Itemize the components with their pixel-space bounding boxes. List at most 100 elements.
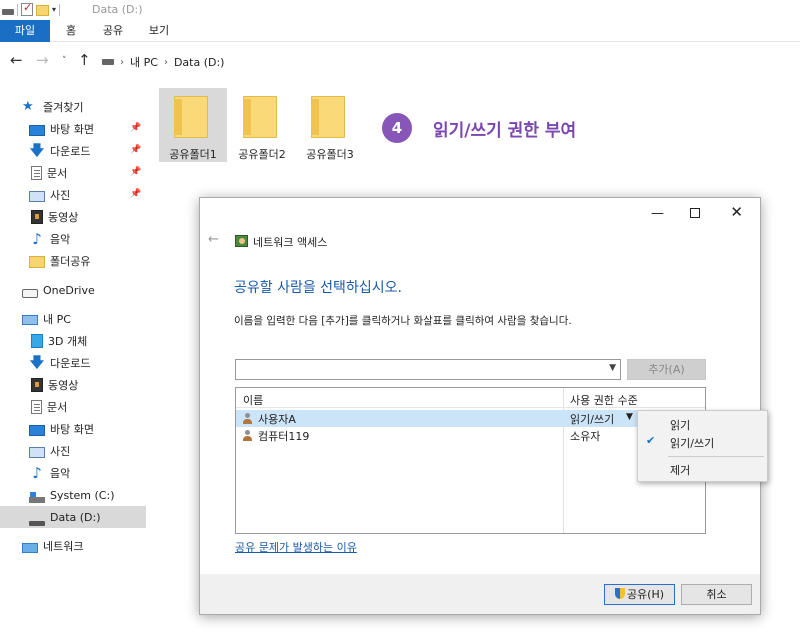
sidebar-item-label: 3D 개체 xyxy=(48,335,88,348)
table-row[interactable]: 컴퓨터119 소유자 xyxy=(236,427,705,444)
menu-item-label: 읽기/쓰기 xyxy=(670,437,715,450)
drive-icon xyxy=(29,520,45,526)
sidebar-item-label: 내 PC xyxy=(43,313,71,326)
recent-locations-icon[interactable]: ˅ xyxy=(62,56,67,66)
share-button[interactable]: 공유(H) xyxy=(604,584,675,605)
sidebar-item-favorites[interactable]: ★ 즐겨찾기 xyxy=(0,96,146,118)
sidebar-item-pc-pictures[interactable]: 사진 xyxy=(0,440,146,462)
breadcrumb-drive[interactable]: Data (D:) xyxy=(174,56,225,69)
download-icon: 🡇 xyxy=(29,143,45,159)
desktop-icon xyxy=(29,124,45,136)
step-caption: 읽기/쓰기 권한 부여 xyxy=(433,121,577,141)
tab-home[interactable]: 홈 xyxy=(56,20,86,42)
dialog-footer xyxy=(200,574,760,614)
navigation-bar: ← → ˅ ↑ › 내 PC › Data (D:) xyxy=(0,48,800,76)
sidebar-item-network[interactable]: 네트워크 xyxy=(0,535,146,557)
sidebar-item-label: 바탕 화면 xyxy=(50,423,94,436)
toolbar-divider xyxy=(59,3,61,16)
pin-icon[interactable]: 📌 xyxy=(130,123,141,133)
cancel-button[interactable]: 취소 xyxy=(681,584,752,605)
tab-share[interactable]: 공유 xyxy=(96,20,130,42)
caret-down-icon[interactable]: ▼ xyxy=(626,412,633,422)
chevron-right-icon[interactable]: › xyxy=(120,57,124,68)
sidebar-item-label: 네트워크 xyxy=(43,540,84,553)
new-folder-icon[interactable] xyxy=(36,4,49,16)
user-name-combobox[interactable]: ▼ xyxy=(235,359,621,380)
user-name: 사용자A xyxy=(258,413,296,426)
table-row[interactable]: 사용자A 읽기/쓰기 ▼ xyxy=(236,410,705,427)
maximize-icon[interactable] xyxy=(690,208,700,218)
cube-icon xyxy=(31,334,43,348)
dialog-heading: 공유할 사람을 선택하십시오. xyxy=(234,280,402,296)
tab-file[interactable]: 파일 xyxy=(0,20,50,42)
customize-toolbar-icon[interactable]: ▾ xyxy=(52,5,56,14)
address-bar[interactable]: › 내 PC › Data (D:) xyxy=(98,51,800,73)
menu-item-label: 읽기 xyxy=(670,419,691,432)
folder-icon xyxy=(29,256,45,268)
sidebar-item-label: 음악 xyxy=(50,467,71,480)
folder-item[interactable]: 공유폴더3 xyxy=(296,88,364,162)
add-button[interactable]: 추가(A) xyxy=(627,359,706,380)
quick-access-toolbar: ▾ xyxy=(2,1,61,16)
pin-icon[interactable]: 📌 xyxy=(130,167,141,177)
sidebar-item-pc-desktop[interactable]: 바탕 화면 xyxy=(0,418,146,440)
folder-item[interactable]: 공유폴더2 xyxy=(228,88,296,162)
folder-label: 공유폴더3 xyxy=(306,148,354,161)
column-header-permission[interactable]: 사용 권한 수준 xyxy=(570,392,638,408)
menu-item-read[interactable]: 읽기 xyxy=(638,414,767,434)
onedrive-icon xyxy=(22,288,38,298)
desktop-icon xyxy=(29,424,45,436)
step-number-badge: 4 xyxy=(382,113,412,143)
sidebar-item-documents[interactable]: 문서 📌 xyxy=(0,162,146,184)
dialog-instruction: 이름을 입력한 다음 [추가]를 클릭하거나 화살표를 클릭하여 사람을 찾습니… xyxy=(234,315,572,327)
sidebar-item-data-drive[interactable]: Data (D:) xyxy=(0,506,146,528)
menu-item-label: 제거 xyxy=(670,464,691,477)
sidebar-item-pc-downloads[interactable]: 🡇 다운로드 xyxy=(0,352,146,374)
sidebar-item-desktop[interactable]: 바탕 화면 📌 xyxy=(0,118,146,140)
sidebar-item-3d-objects[interactable]: 3D 개체 xyxy=(0,330,146,352)
sidebar-item-this-pc[interactable]: 내 PC xyxy=(0,308,146,330)
back-arrow-icon[interactable]: ← xyxy=(208,232,219,247)
sidebar-item-pictures[interactable]: 사진 📌 xyxy=(0,184,146,206)
computer-icon xyxy=(22,315,38,325)
menu-item-read-write[interactable]: ✔ 읽기/쓰기 xyxy=(638,432,767,452)
chevron-down-icon[interactable]: ▼ xyxy=(609,363,616,373)
user-permission-list: 이름 사용 권한 수준 사용자A 읽기/쓰기 ▼ 컴퓨터119 소유자 xyxy=(235,387,706,534)
folder-icon xyxy=(174,96,208,138)
sidebar-item-pc-documents[interactable]: 문서 xyxy=(0,396,146,418)
tab-view[interactable]: 보기 xyxy=(142,20,176,42)
pin-icon[interactable]: 📌 xyxy=(130,145,141,155)
sidebar-item-pc-music[interactable]: ♪ 음악 xyxy=(0,462,146,484)
sidebar-item-downloads[interactable]: 🡇 다운로드 📌 xyxy=(0,140,146,162)
sidebar-item-system-drive[interactable]: System (C:) xyxy=(0,484,146,506)
title-bar: ▾ Data (D:) xyxy=(0,0,800,20)
minimize-icon[interactable]: — xyxy=(651,206,664,221)
breadcrumb-pc[interactable]: 내 PC xyxy=(130,54,158,70)
permission-menu: 읽기 ✔ 읽기/쓰기 제거 xyxy=(637,410,768,482)
video-icon xyxy=(31,210,43,224)
pin-icon[interactable]: 📌 xyxy=(130,189,141,199)
up-arrow-icon[interactable]: ↑ xyxy=(78,51,91,69)
properties-icon[interactable] xyxy=(21,1,33,16)
sidebar-item-onedrive[interactable]: OneDrive xyxy=(0,279,146,301)
chevron-right-icon[interactable]: › xyxy=(164,57,168,68)
sidebar-item-pc-videos[interactable]: 동영상 xyxy=(0,374,146,396)
column-header-name[interactable]: 이름 xyxy=(243,392,263,408)
folder-item[interactable]: 공유폴더1 xyxy=(159,88,227,162)
sidebar-item-videos[interactable]: 동영상 xyxy=(0,206,146,228)
sidebar-item-music[interactable]: ♪ 음악 xyxy=(0,228,146,250)
forward-arrow-icon[interactable]: → xyxy=(36,51,49,69)
network-access-dialog: — ✕ ← 네트워크 액세스 공유할 사람을 선택하십시오. 이름을 입력한 다… xyxy=(199,197,761,615)
user-permission[interactable]: 읽기/쓰기 xyxy=(570,411,614,427)
menu-item-remove[interactable]: 제거 xyxy=(638,459,767,479)
network-icon xyxy=(22,543,38,553)
folder-icon xyxy=(243,96,277,138)
close-icon[interactable]: ✕ xyxy=(730,203,743,221)
back-arrow-icon[interactable]: ← xyxy=(10,51,23,69)
folder-label: 공유폴더2 xyxy=(238,148,286,161)
video-icon xyxy=(31,378,43,392)
music-note-icon: ♪ xyxy=(32,464,42,482)
sidebar-item-shared-folder[interactable]: 폴더공유 xyxy=(0,250,146,272)
sharing-help-link[interactable]: 공유 문제가 발생하는 이유 xyxy=(235,539,357,555)
picture-icon xyxy=(29,446,45,458)
